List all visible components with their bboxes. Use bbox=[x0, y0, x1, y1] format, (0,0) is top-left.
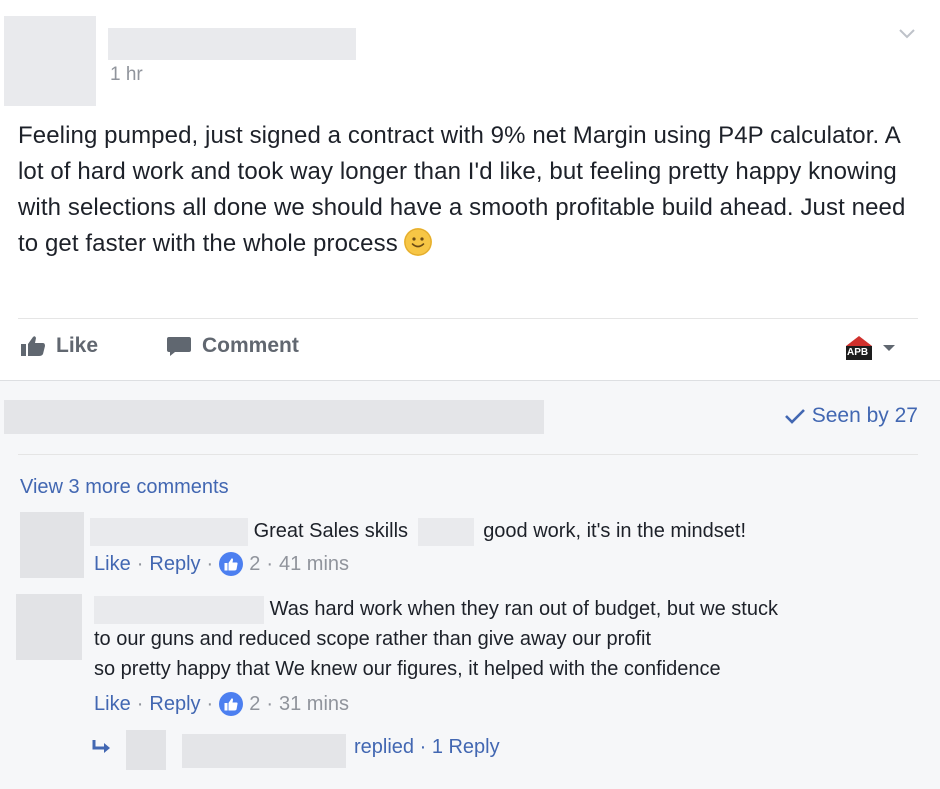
thumbs-up-icon bbox=[21, 336, 45, 356]
comment-icon bbox=[167, 337, 191, 356]
post-as-selector[interactable]: APB bbox=[844, 334, 896, 362]
comment-body: Was hard work when they ran out of budge… bbox=[94, 594, 778, 684]
page-badge-text: APB bbox=[847, 347, 869, 358]
post-timestamp[interactable]: 1 hr bbox=[110, 64, 143, 86]
commenter-name-redacted[interactable] bbox=[90, 517, 248, 546]
comment-button[interactable]: Comment bbox=[166, 334, 299, 358]
replier-name-redacted[interactable] bbox=[182, 734, 346, 768]
seen-by[interactable]: Seen by 27 bbox=[784, 404, 918, 428]
page-badge-icon: APB bbox=[844, 334, 874, 362]
divider bbox=[18, 454, 918, 455]
comment-timestamp[interactable]: 41 mins bbox=[279, 553, 349, 576]
commenter-name-redacted[interactable] bbox=[94, 595, 264, 624]
checkmark-icon bbox=[784, 409, 805, 424]
reaction-count[interactable]: 2 bbox=[249, 693, 260, 716]
comment-text-a: Great Sales skills bbox=[253, 520, 409, 542]
comment-label: Comment bbox=[202, 334, 299, 357]
comment-like-link[interactable]: Like bbox=[94, 693, 131, 716]
like-label: Like bbox=[56, 334, 99, 357]
reply-arrow-icon bbox=[92, 738, 112, 761]
commenter-avatar[interactable] bbox=[20, 512, 84, 578]
divider bbox=[18, 318, 918, 319]
view-replies-link[interactable]: replied · 1 Reply bbox=[354, 736, 500, 759]
tagged-name-redacted[interactable] bbox=[417, 517, 474, 546]
smiley-emoji-icon bbox=[403, 228, 432, 256]
commenter-avatar[interactable] bbox=[16, 594, 82, 660]
author-avatar[interactable] bbox=[4, 16, 96, 106]
like-reaction-icon[interactable] bbox=[219, 692, 244, 716]
comment-text-b: good work, it's in the mindset! bbox=[483, 520, 747, 542]
replier-avatar[interactable] bbox=[126, 730, 166, 770]
comment-meta: Like · Reply · 2 · 31 mins bbox=[94, 692, 350, 716]
comment-reply-link[interactable]: Reply bbox=[149, 693, 200, 716]
comment-timestamp[interactable]: 31 mins bbox=[279, 693, 349, 716]
seen-by-label: Seen by 27 bbox=[811, 404, 918, 427]
like-reaction-icon[interactable] bbox=[219, 552, 244, 576]
comment-body: Great Sales skills good work, it's in th… bbox=[90, 516, 746, 546]
view-more-comments-link[interactable]: View 3 more comments bbox=[20, 476, 229, 499]
like-button[interactable]: Like bbox=[20, 334, 98, 358]
replies-label: replied · 1 Reply bbox=[354, 736, 500, 758]
chevron-down-icon[interactable] bbox=[898, 24, 916, 42]
comment-like-link[interactable]: Like bbox=[94, 553, 131, 576]
reaction-count[interactable]: 2 bbox=[249, 553, 260, 576]
caret-down-icon bbox=[883, 345, 895, 351]
comment-reply-link[interactable]: Reply bbox=[149, 553, 200, 576]
comment-text-line2: to our guns and reduced scope rather tha… bbox=[94, 628, 652, 650]
comment-text-line3: so pretty happy that We knew our figures… bbox=[94, 658, 721, 680]
reactions-bar-redacted bbox=[4, 400, 544, 434]
comments-panel bbox=[0, 380, 940, 789]
post-body: Feeling pumped, just signed a contract w… bbox=[18, 118, 908, 262]
author-name-redacted[interactable] bbox=[108, 28, 356, 60]
comment-meta: Like · Reply · 2 · 41 mins bbox=[94, 552, 350, 576]
comment-text-line1: Was hard work when they ran out of budge… bbox=[269, 598, 778, 620]
post-text: Feeling pumped, just signed a contract w… bbox=[18, 122, 906, 257]
